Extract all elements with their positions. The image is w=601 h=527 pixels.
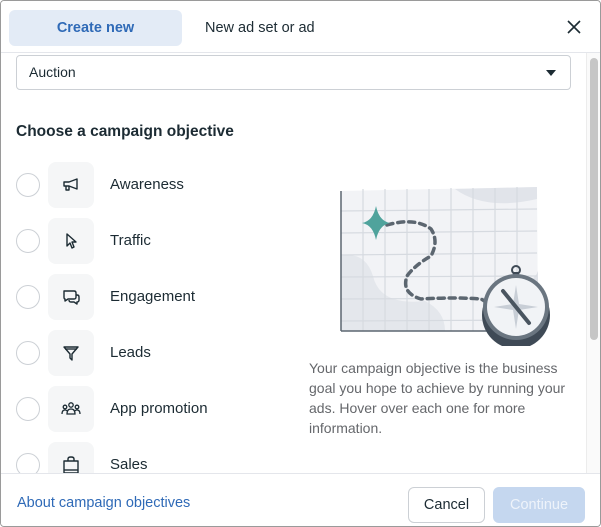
create-campaign-dialog: Create new campaign New ad set or ad Auc… (0, 0, 601, 527)
objective-label: App promotion (110, 400, 208, 417)
buying-type-select[interactable]: Auction (16, 55, 571, 90)
section-title: Choose a campaign objective (16, 123, 234, 140)
objective-description: Your campaign objective is the business … (309, 360, 566, 436)
objective-label: Engagement (110, 288, 196, 305)
funnel-icon (63, 346, 79, 361)
icon-box (48, 442, 94, 473)
objective-engagement[interactable]: Engagement (16, 273, 276, 329)
scrollbar[interactable] (586, 53, 600, 473)
objective-list: Awareness Traffic Engagement Leads App p… (16, 161, 276, 473)
objective-label: Awareness (110, 176, 184, 193)
chat-bubbles-icon (63, 290, 80, 305)
radio-awareness[interactable] (16, 173, 40, 197)
radio-engagement[interactable] (16, 285, 40, 309)
scrollbar-thumb[interactable] (590, 58, 598, 340)
objective-label: Traffic (110, 232, 151, 249)
icon-box (48, 330, 94, 376)
icon-box (48, 162, 94, 208)
map-compass-illustration (340, 187, 550, 346)
about-campaign-objectives-link[interactable]: About campaign objectives (17, 495, 190, 511)
radio-app-promotion[interactable] (16, 397, 40, 421)
objective-app-promotion[interactable]: App promotion (16, 385, 276, 441)
dialog-footer: About campaign objectives Cancel Continu… (1, 473, 600, 526)
cursor-icon (66, 233, 77, 249)
objective-traffic[interactable]: Traffic (16, 217, 276, 273)
icon-box (48, 218, 94, 264)
people-group-icon (61, 402, 81, 415)
icon-box (48, 386, 94, 432)
megaphone-icon (63, 178, 78, 191)
dialog-body: Auction Choose a campaign objective Awar… (1, 53, 586, 473)
cancel-button[interactable]: Cancel (408, 487, 485, 523)
buying-type-value: Auction (29, 64, 76, 80)
tab-create-new-campaign[interactable]: Create new campaign (9, 10, 182, 72)
caret-down-icon (546, 70, 556, 76)
objective-awareness[interactable]: Awareness (16, 161, 276, 217)
objective-leads[interactable]: Leads (16, 329, 276, 385)
objective-label: Sales (110, 456, 148, 473)
close-button[interactable] (564, 17, 584, 37)
tab-new-ad-set-or-ad[interactable]: New ad set or ad (193, 10, 327, 46)
continue-button[interactable]: Continue (493, 487, 585, 523)
radio-traffic[interactable] (16, 229, 40, 253)
dialog-header: Create new campaign New ad set or ad (1, 1, 600, 72)
shopping-bag-icon (63, 456, 79, 473)
close-icon (567, 20, 581, 34)
objective-sales[interactable]: Sales (16, 441, 276, 473)
objective-label: Leads (110, 344, 151, 361)
icon-box (48, 274, 94, 320)
radio-sales[interactable] (16, 453, 40, 473)
radio-leads[interactable] (16, 341, 40, 365)
